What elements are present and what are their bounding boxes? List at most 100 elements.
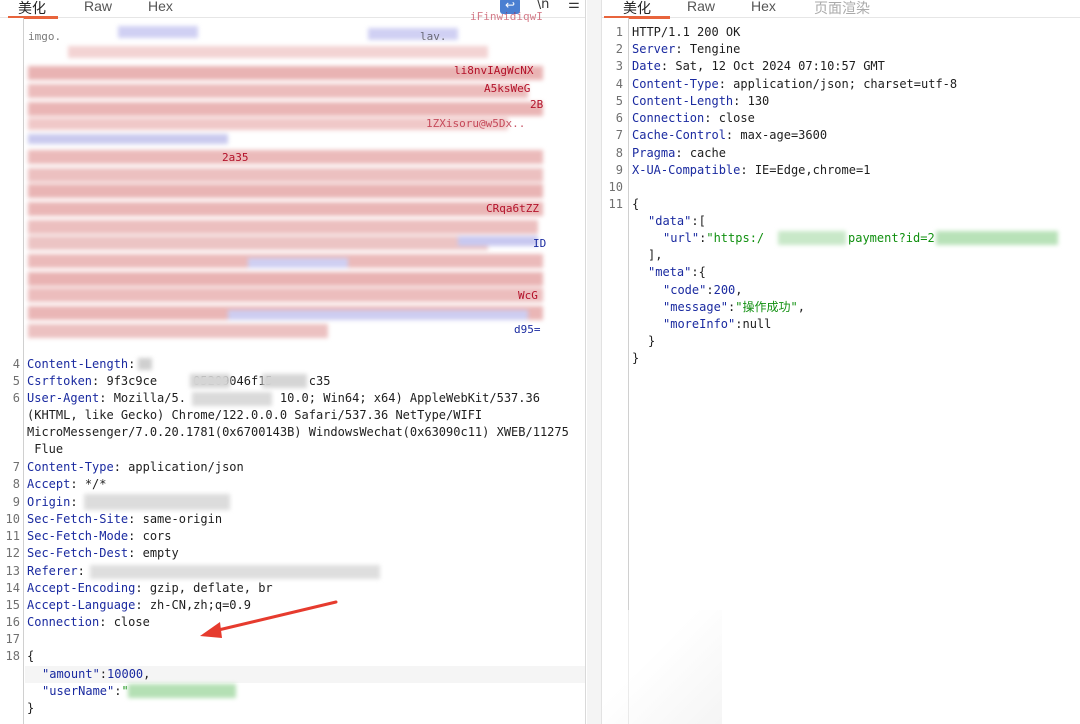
header-line-referer[interactable]: Referer: <box>27 563 92 580</box>
line-number: 15 <box>5 598 20 612</box>
json-key: "meta" <box>648 265 692 279</box>
line-number: 10 <box>5 512 20 526</box>
line-number: 10 <box>608 180 623 194</box>
header-line-connection[interactable]: Connection: close <box>27 614 150 631</box>
status-line[interactable]: HTTP/1.1 200 OK <box>632 24 740 41</box>
json-url-line[interactable]: "url":"https:/ <box>663 230 764 247</box>
line-number: 4 <box>615 77 623 91</box>
header-key: Pragma <box>632 146 676 160</box>
redacted-fragment: imgo. <box>28 30 62 43</box>
line-number: 11 <box>5 529 20 543</box>
redacted-value <box>84 494 230 510</box>
json-message-line[interactable]: "message":"操作成功", <box>663 299 805 316</box>
redacted-fragment: iFinwidiqwI <box>470 10 543 23</box>
json-key: "amount" <box>42 667 100 681</box>
json-key: "moreInfo" <box>663 317 736 331</box>
json-code-line[interactable]: "code":200, <box>663 282 743 299</box>
json-key: "data" <box>648 214 692 228</box>
header-value: close <box>113 615 150 629</box>
header-key: Csrftoken <box>27 374 93 388</box>
json-username-line[interactable]: "userName":" <box>42 683 129 700</box>
line-number: 7 <box>615 128 623 142</box>
header-line-date[interactable]: Date: Sat, 12 Oct 2024 07:10:57 GMT <box>632 58 885 75</box>
annotation-arrow-icon <box>200 600 338 638</box>
header-line-content-length[interactable]: Content-Length: 130 <box>632 93 769 110</box>
line-number: 14 <box>5 581 20 595</box>
header-key: Sec-Fetch-Mode <box>27 529 129 543</box>
pane-divider[interactable] <box>587 0 601 724</box>
header-value-continuation: MicroMessenger/7.0.20.1781(0x6700143B) W… <box>27 425 569 439</box>
json-array-close: ], <box>648 248 663 262</box>
hamburger-menu-icon[interactable]: ☰ <box>566 0 582 14</box>
line-number: 12 <box>5 546 20 560</box>
header-value: application/json; charset=utf-8 <box>733 77 958 91</box>
header-key: Content-Type <box>632 77 719 91</box>
redacted-value <box>90 565 380 579</box>
json-moreinfo-line[interactable]: "moreInfo":null <box>663 316 771 333</box>
redacted-value <box>138 358 152 370</box>
header-line-accept-encoding[interactable]: Accept-Encoding: gzip, deflate, br <box>27 580 273 597</box>
header-key: Content-Length <box>27 357 129 371</box>
json-open-brace: { <box>27 649 35 663</box>
redacted-fragment: 2B <box>530 98 544 111</box>
redacted-fragment: 2a35 <box>222 151 249 164</box>
json-key: "userName" <box>42 684 115 698</box>
header-value: Mozilla/5. 10.0; Win64; x64) AppleWebKit… <box>113 391 540 405</box>
json-key: "url" <box>663 231 700 245</box>
redacted-fragment: 1ZXisoru@w5Dx.. <box>426 117 526 130</box>
redacted-value <box>936 231 1058 245</box>
header-line-sec-fetch-mode[interactable]: Sec-Fetch-Mode: cors <box>27 528 172 545</box>
header-line-pragma[interactable]: Pragma: cache <box>632 145 726 162</box>
header-line-content-type[interactable]: Content-Type: application/json <box>27 459 244 476</box>
request-pane: 美化 Raw Hex ↩ \n ☰ iFinwidiqwI imgo. lav.… <box>0 0 586 724</box>
header-line-sec-fetch-dest[interactable]: Sec-Fetch-Dest: empty <box>27 545 179 562</box>
request-tab-hex[interactable]: Hex <box>148 0 173 14</box>
header-key: Date <box>632 59 661 73</box>
scroll-shadow <box>602 610 722 724</box>
response-tab-render[interactable]: 页面渲染 <box>814 0 870 18</box>
redacted-value <box>192 392 272 406</box>
header-line-content-type[interactable]: Content-Type: application/json; charset=… <box>632 76 957 93</box>
json-close-brace: } <box>632 351 640 365</box>
header-value: max-age=3600 <box>740 128 828 142</box>
header-key: Sec-Fetch-Dest <box>27 546 129 560</box>
redacted-fragment: CRqa6tZZ <box>486 202 539 215</box>
header-value: close <box>718 111 755 125</box>
header-value: Tengine <box>689 42 741 56</box>
header-line-origin[interactable]: Origin: <box>27 494 85 511</box>
request-tab-raw[interactable]: Raw <box>84 0 112 14</box>
redacted-fragment: d95= <box>514 323 541 336</box>
json-key: "code" <box>663 283 707 297</box>
header-value-continuation: Flue <box>27 442 64 456</box>
json-open-brace: { <box>632 197 640 211</box>
line-number: 11 <box>608 197 623 211</box>
line-number: 1 <box>615 25 623 39</box>
header-key: Sec-Fetch-Site <box>27 512 129 526</box>
header-line-server[interactable]: Server: Tengine <box>632 41 740 58</box>
header-line-x-ua-compatible[interactable]: X-UA-Compatible: IE=Edge,chrome=1 <box>632 162 870 179</box>
header-line-user-agent[interactable]: User-Agent: Mozilla/5. 10.0; Win64; x64)… <box>27 390 540 407</box>
json-null: null <box>742 317 772 331</box>
header-line-connection[interactable]: Connection: close <box>632 110 755 127</box>
redacted-value <box>778 231 846 245</box>
json-amount-line[interactable]: "amount":10000, <box>42 666 150 683</box>
header-value: cors <box>142 529 172 543</box>
header-line-sec-fetch-site[interactable]: Sec-Fetch-Site: same-origin <box>27 511 222 528</box>
header-key: X-UA-Compatible <box>632 163 741 177</box>
header-key: Accept-Language <box>27 598 136 612</box>
line-number: 7 <box>12 460 20 474</box>
response-tab-raw[interactable]: Raw <box>687 0 715 14</box>
header-value: IE=Edge,chrome=1 <box>754 163 871 177</box>
response-tab-hex[interactable]: Hex <box>751 0 776 14</box>
json-string: "操作成功" <box>735 300 798 314</box>
header-value: cache <box>689 146 726 160</box>
header-value-continuation: (KHTML, like Gecko) Chrome/122.0.0.0 Saf… <box>27 408 483 422</box>
json-number: 10000 <box>107 667 144 681</box>
header-line-content-length[interactable]: Content-Length: <box>27 356 143 373</box>
line-number: 16 <box>5 615 20 629</box>
header-line-accept[interactable]: Accept: */* <box>27 476 107 493</box>
redacted-fragment: li8nvIAgWcNX <box>454 64 534 77</box>
json-meta-line: "meta":{ <box>648 265 706 279</box>
header-line-cache-control[interactable]: Cache-Control: max-age=3600 <box>632 127 827 144</box>
header-value: 130 <box>747 94 770 108</box>
